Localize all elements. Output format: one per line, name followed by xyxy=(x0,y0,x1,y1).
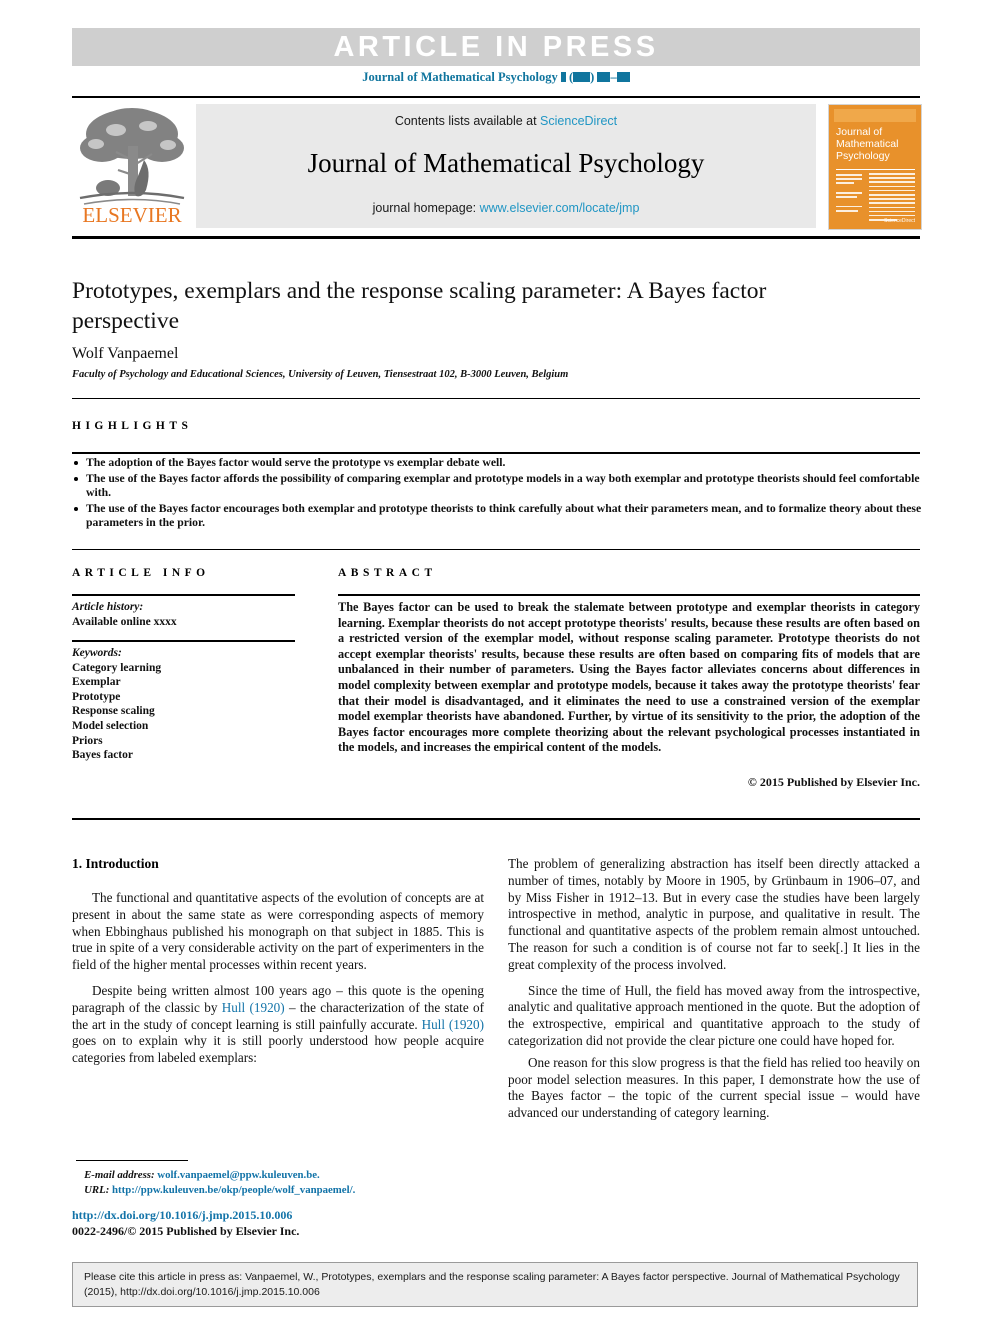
author-affiliation: Faculty of Psychology and Educational Sc… xyxy=(72,369,569,380)
keyword-item: Category learning xyxy=(72,661,162,674)
journal-title: Journal of Mathematical Psychology xyxy=(307,148,705,178)
highlights-heading: HIGHLIGHTS xyxy=(72,420,193,432)
keyword-item: Exemplar xyxy=(72,676,121,689)
body-column-right: The problem of generalizing abstraction … xyxy=(508,856,920,1131)
abstract-text: The Bayes factor can be used to break th… xyxy=(338,600,920,755)
issue-placeholder: () – xyxy=(558,70,630,84)
journal-homepage-line: journal homepage: www.elsevier.com/locat… xyxy=(196,201,816,215)
email-line: E-mail address: wolf.vanpaemel@ppw.kuleu… xyxy=(76,1168,496,1183)
journal-reference-text: Journal of Mathematical Psychology xyxy=(362,70,558,84)
elsevier-logo: ELSEVIER xyxy=(76,104,188,228)
email-link[interactable]: wolf.vanpaemel@ppw.kuleuven.be. xyxy=(157,1169,319,1181)
keyword-item: Model selection xyxy=(72,719,149,732)
cover-editor-block xyxy=(836,174,862,214)
abstract-heading: ABSTRACT xyxy=(338,567,437,579)
url-line: URL: http://ppw.kuleuven.be/okp/people/w… xyxy=(76,1183,496,1198)
elsevier-tree-icon xyxy=(79,108,185,205)
journal-cover-thumbnail: Journal of Mathematical Psychology Science… xyxy=(828,104,922,230)
url-link[interactable]: http://ppw.kuleuven.be/okp/people/wolf_v… xyxy=(112,1184,355,1196)
contents-prefix: Contents lists available at xyxy=(394,114,541,128)
body-column-left: 1. Introduction The functional and quant… xyxy=(72,856,484,1076)
masthead-bottom-rule xyxy=(72,236,920,239)
paper-page: ARTICLE IN PRESS Journal of Mathematical… xyxy=(0,0,992,1323)
sciencedirect-link[interactable]: ScienceDirect xyxy=(540,114,617,128)
article-info-rule-2 xyxy=(72,640,295,642)
highlights-list: The adoption of the Bayes factor would s… xyxy=(72,456,924,532)
citation-link-hull-1920[interactable]: Hull (1920) xyxy=(422,1017,484,1032)
paragraph: Since the time of Hull, the field has mo… xyxy=(508,982,920,1048)
keyword-item: Prototype xyxy=(72,690,121,703)
masthead-box: Contents lists available at ScienceDirec… xyxy=(196,104,816,228)
article-info-heading: ARTICLE INFO xyxy=(72,567,210,579)
divider-after-author xyxy=(72,398,920,399)
abstract-copyright: © 2015 Published by Elsevier Inc. xyxy=(747,775,920,789)
keywords-label: Keywords: xyxy=(72,647,122,659)
author-name: Wolf Vanpaemel xyxy=(72,345,179,362)
doi-block: http://dx.doi.org/10.1016/j.jmp.2015.10.… xyxy=(72,1207,502,1239)
footnote-rule xyxy=(76,1160,188,1162)
paragraph: One reason for this slow progress is tha… xyxy=(508,1054,920,1121)
cover-board-block xyxy=(869,173,915,223)
article-history: Article history: Available online xxxx xyxy=(72,600,295,629)
keywords-block: Keywords: Category learning Exemplar Pro… xyxy=(72,646,295,763)
cover-topbar xyxy=(834,109,916,122)
journal-reference-line: Journal of Mathematical Psychology () – xyxy=(72,70,920,85)
article-history-value: Available online xxxx xyxy=(72,615,177,628)
highlights-rule xyxy=(72,452,920,454)
homepage-prefix: journal homepage: xyxy=(372,201,480,215)
cite-this-article-box: Please cite this article in press as: Va… xyxy=(72,1262,918,1307)
footnote-block: E-mail address: wolf.vanpaemel@ppw.kuleu… xyxy=(76,1168,496,1198)
abstract-rule xyxy=(338,594,920,596)
section-heading-introduction: 1. Introduction xyxy=(72,856,159,871)
article-history-label: Article history: xyxy=(72,601,144,613)
divider-after-abstract xyxy=(72,818,920,820)
list-item: The use of the Bayes factor affords the … xyxy=(72,472,924,501)
paragraph: The functional and quantitative aspects … xyxy=(72,890,484,973)
list-item: The adoption of the Bayes factor would s… xyxy=(72,456,924,471)
paragraph: The problem of generalizing abstraction … xyxy=(508,856,920,972)
contents-available-line: Contents lists available at ScienceDirec… xyxy=(196,114,816,128)
masthead-top-rule xyxy=(72,96,920,98)
cover-footer-label: ScienceDirect xyxy=(884,218,915,224)
list-item: The use of the Bayes factor encourages b… xyxy=(72,502,924,531)
keyword-item: Response scaling xyxy=(72,705,155,718)
paragraph: Despite being written almost 100 years a… xyxy=(72,983,484,1067)
elsevier-wordmark: ELSEVIER xyxy=(82,203,182,227)
keyword-item: Bayes factor xyxy=(72,749,133,762)
article-in-press-band: ARTICLE IN PRESS xyxy=(72,28,920,66)
cover-rule-1 xyxy=(836,169,915,170)
article-info-rule-1 xyxy=(72,594,295,596)
url-label: URL: xyxy=(84,1184,110,1196)
journal-homepage-link[interactable]: www.elsevier.com/locate/jmp xyxy=(480,201,640,215)
cover-journal-title: Journal of Mathematical Psychology xyxy=(836,126,899,162)
doi-link[interactable]: http://dx.doi.org/10.1016/j.jmp.2015.10.… xyxy=(72,1207,502,1223)
page-title: Prototypes, exemplars and the response s… xyxy=(72,278,767,334)
divider-after-highlights xyxy=(72,549,920,550)
citation-link-hull-1920[interactable]: Hull (1920) xyxy=(222,1000,285,1015)
article-in-press-label: ARTICLE IN PRESS xyxy=(333,31,659,63)
email-label: E-mail address: xyxy=(84,1169,155,1181)
issn-copyright-line: 0022-2496/© 2015 Published by Elsevier I… xyxy=(72,1224,300,1238)
paragraph-part: goes on to explain why it is still poorl… xyxy=(72,1033,484,1066)
keyword-item: Priors xyxy=(72,734,103,747)
